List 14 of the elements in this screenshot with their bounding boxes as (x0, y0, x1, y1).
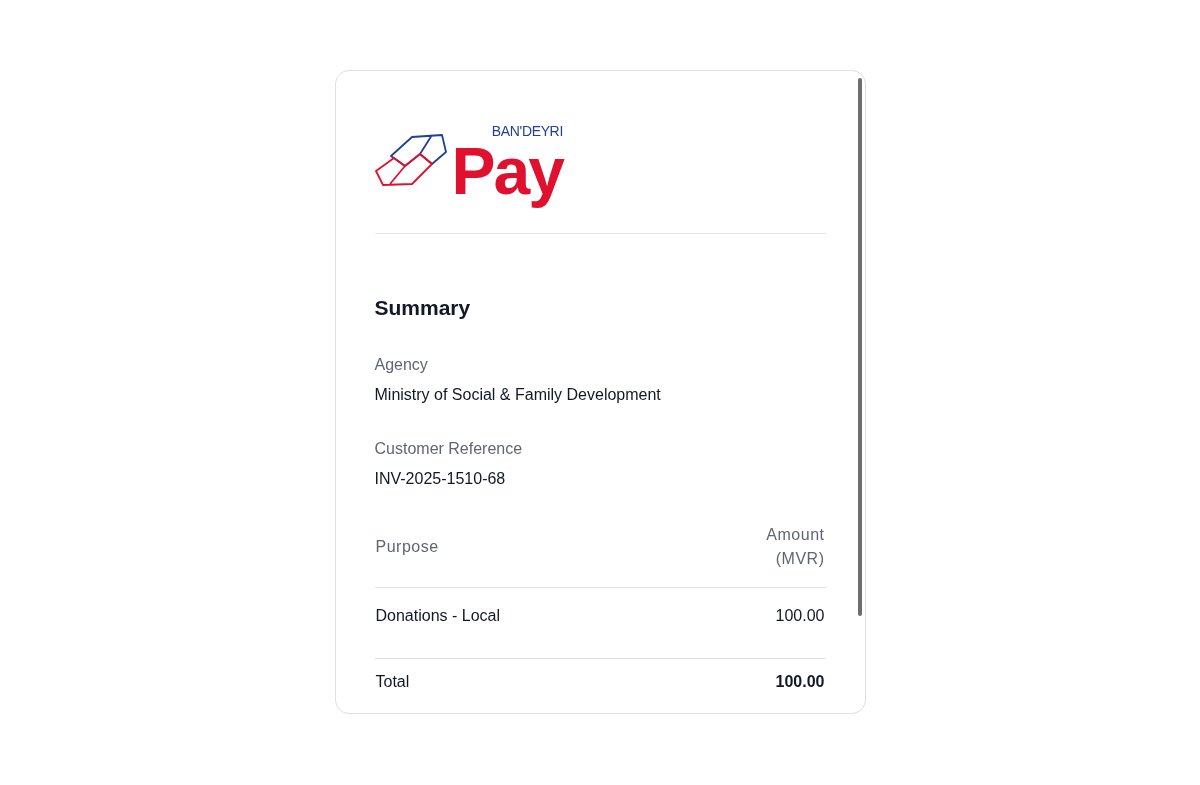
total-amount: 100.00 (775, 672, 825, 692)
brand-tagline: BAN'DEYRI (491, 124, 563, 138)
field-label: Agency (374, 355, 429, 375)
column-header: Purpose (375, 537, 439, 557)
table-cell-text: Donations - Local (375, 606, 500, 626)
field-value: Ministry of Social & Family Development (374, 385, 662, 405)
logo-mark-icon (374, 133, 447, 187)
field-value: INV-2025-1510-68 (374, 469, 507, 489)
field-label: Customer Reference (374, 439, 524, 459)
scrollbar-thumb[interactable] (857, 78, 862, 616)
column-header: Amount (MVR) (765, 525, 825, 569)
summary-heading: Summary (374, 295, 472, 321)
table-cell-text: 100.00 (775, 606, 825, 626)
total-label: Total (375, 672, 410, 692)
